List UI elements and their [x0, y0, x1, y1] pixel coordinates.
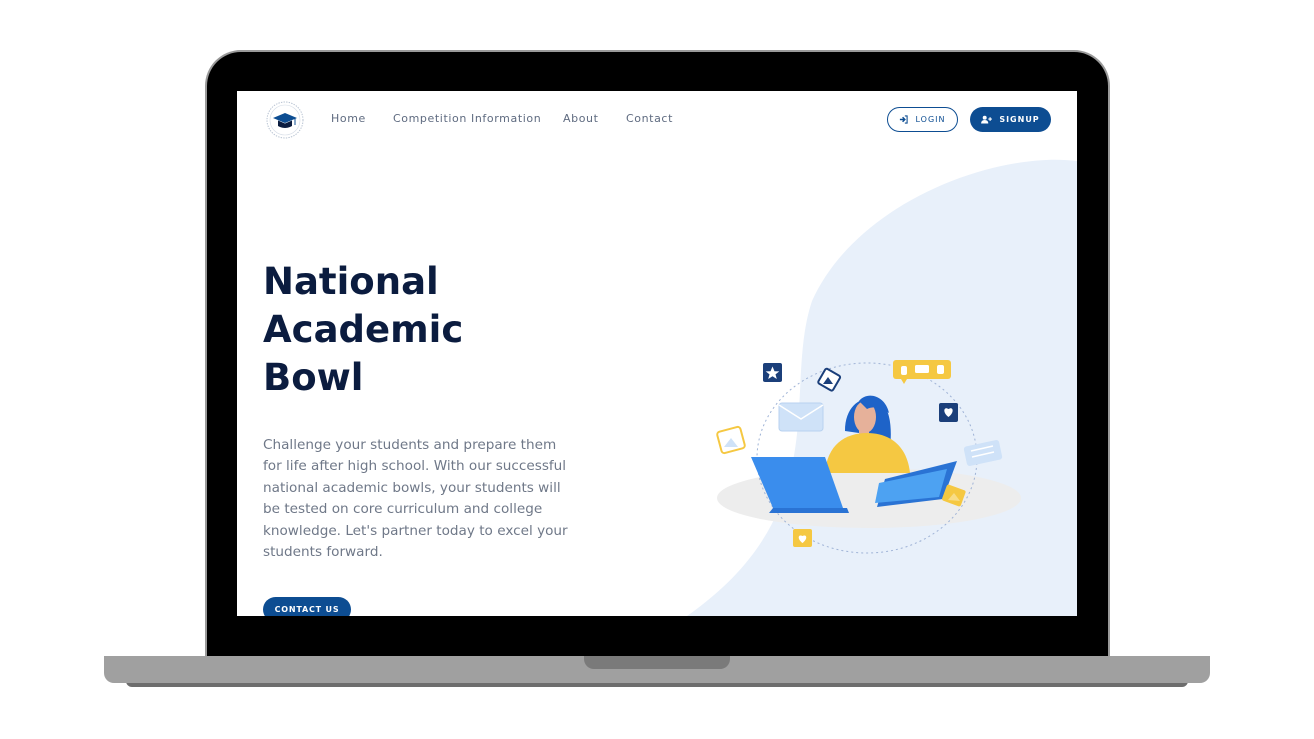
- description-line: knowledge. Let's partner today to excel …: [263, 522, 568, 539]
- description-line: students forward.: [263, 544, 383, 561]
- nav-contact-link[interactable]: Contact: [626, 112, 673, 125]
- nav-about-link[interactable]: About: [563, 112, 599, 125]
- site-logo[interactable]: [265, 100, 305, 140]
- hero-title-line: National: [263, 260, 439, 303]
- graduation-cap-icon: [273, 113, 297, 128]
- nav-competition-information-link[interactable]: Competition Information: [393, 112, 541, 125]
- laptop-notch: [584, 656, 730, 669]
- nav-home-link[interactable]: Home: [331, 112, 366, 125]
- signup-button[interactable]: SIGNUP: [970, 107, 1051, 132]
- description-line: be tested on core curriculum and college: [263, 501, 543, 518]
- hero-description: Challenge your students and prepare them…: [263, 435, 583, 563]
- contact-us-button[interactable]: CONTACT US: [263, 597, 351, 616]
- hero-title-line: Bowl: [263, 356, 364, 399]
- description-line: Challenge your students and prepare them: [263, 437, 557, 453]
- description-line: for life after high school. With our suc…: [263, 458, 567, 475]
- login-button[interactable]: LOGIN: [887, 107, 958, 132]
- login-label: LOGIN: [915, 115, 946, 124]
- hero-title: National Academic Bowl: [263, 258, 523, 402]
- hero-title-line: Academic: [263, 308, 464, 351]
- user-plus-icon: [981, 115, 993, 124]
- description-line: national academic bowls, your students w…: [263, 479, 561, 496]
- student-laptop-illustration: [716, 360, 1021, 554]
- signup-label: SIGNUP: [999, 115, 1040, 124]
- website-screen: Home Competition Information About Conta…: [237, 91, 1077, 616]
- top-navigation: Home Competition Information About Conta…: [237, 91, 1077, 147]
- sign-in-icon: [899, 115, 909, 124]
